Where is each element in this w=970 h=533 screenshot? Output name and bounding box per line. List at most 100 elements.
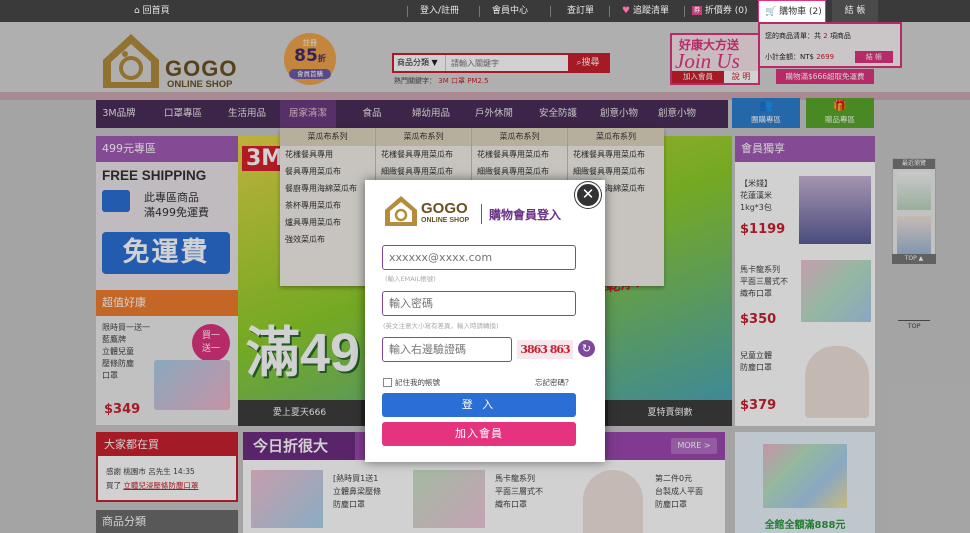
nav-item-baby[interactable]: 婦幼用品: [406, 100, 456, 128]
join-member-tag: 加入會員: [672, 71, 724, 83]
exclusive-desc-line: 兒童立體: [740, 351, 772, 360]
site-logo[interactable]: GOGO ONLINE SHOP: [97, 30, 257, 92]
cart-icon: 🛒: [765, 7, 777, 17]
deal-panel[interactable]: 超值好康 限時買一送一 藍鷹牌 立體兒童 壓條防塵 口罩 買一 送一 $349: [96, 290, 238, 425]
today-product-image[interactable]: [413, 470, 485, 528]
dropdown-item[interactable]: 花樣餐具專用菜瓜布: [568, 146, 664, 163]
email-field[interactable]: [382, 245, 576, 270]
today-product-image[interactable]: [583, 470, 643, 533]
password-field[interactable]: [382, 291, 576, 316]
promo-888-panel[interactable]: 全館全額滿888元: [735, 432, 875, 533]
gift-zone-button[interactable]: 🎁 贈品專區: [806, 98, 874, 128]
search-button[interactable]: ⌕搜尋: [568, 55, 608, 71]
nav-item-living[interactable]: 生活用品: [222, 100, 272, 128]
today-desc-line: 台製成人平面: [655, 487, 703, 496]
nav-item-outdoor[interactable]: 戶外休閒: [468, 100, 520, 128]
exclusive-desc[interactable]: 馬卡龍系列 平面三層式不 織布口罩: [740, 264, 788, 300]
member-discount-badge[interactable]: 註冊 85折 會員首購: [284, 33, 336, 85]
today-product-desc[interactable]: [熱時買1送1 立體鼻梁壓條 防塵口罩: [333, 472, 381, 511]
hot-keyword[interactable]: PM2.5: [467, 77, 488, 85]
register-button[interactable]: 加入會員: [382, 422, 576, 446]
dropdown-item[interactable]: 花樣餐具專用菜瓜布: [376, 146, 471, 163]
dropdown-header[interactable]: 菜瓜布系列: [280, 128, 375, 146]
dropdown-item[interactable]: 餐具專用菜瓜布: [280, 163, 375, 180]
scroll-top-button[interactable]: TOP ▲: [892, 254, 936, 264]
cart-link[interactable]: 🛒 購物車 (2): [758, 0, 826, 23]
nav-item-cleaning[interactable]: 居家清潔: [280, 100, 336, 128]
dropdown-item[interactable]: 餐廚專用海綿菜瓜布: [280, 180, 375, 197]
dropdown-header[interactable]: 菜瓜布系列: [472, 128, 567, 146]
coupon-link[interactable]: 券 折價券 (0): [692, 0, 748, 22]
search-box: 商品分類 ▼ ⌕搜尋: [392, 53, 610, 73]
exclusive-product-image[interactable]: [799, 176, 871, 244]
exclusive-product-image[interactable]: [801, 260, 871, 322]
search-button-label: 搜尋: [581, 58, 600, 68]
dropdown-item[interactable]: 花樣餐具專用菜瓜布: [472, 146, 567, 163]
zone-499-panel[interactable]: 499元專區 FREE SHIPPING 此專區商品 滿499免運費 免運費: [96, 136, 238, 296]
dropdown-item[interactable]: 強效菜瓜布: [280, 231, 375, 248]
nav-item-gadgets[interactable]: 創意小物: [594, 100, 644, 128]
deal-description: 限時買一送一 藍鷹牌 立體兒童 壓條防塵 口罩: [102, 322, 150, 382]
promo-888-image: [763, 444, 847, 508]
free-shipping-big: 免運費: [102, 232, 230, 274]
exclusive-product-image[interactable]: [805, 346, 869, 418]
today-product-desc[interactable]: 第二件0元 台製成人平面 防塵口罩: [655, 472, 703, 511]
deal-desc-line: 限時買一送一: [102, 323, 150, 332]
search-input[interactable]: [448, 55, 566, 71]
orders-link[interactable]: 查訂單: [567, 0, 594, 22]
mini-cart-subtotal: 小計金額：NT$ 2699: [765, 52, 834, 62]
remember-checkbox[interactable]: [383, 378, 392, 387]
checkout-top-link[interactable]: 結 帳: [832, 0, 878, 22]
forgot-password-link[interactable]: 忘記密碼？: [535, 377, 573, 388]
group-buy-label: 團購專區: [751, 115, 781, 124]
home-link[interactable]: ⌂ 回首頁: [134, 0, 170, 22]
group-buy-button[interactable]: 👥 團購專區: [732, 98, 800, 128]
nav-item-masks[interactable]: 口罩專區: [160, 100, 206, 128]
mini-cart-checkout-button[interactable]: 結 帳: [855, 51, 893, 63]
dropdown-item[interactable]: 細緻餐具專用菜瓜布: [376, 163, 471, 180]
today-desc-line: 織布口罩: [495, 500, 527, 509]
badge-value: 85: [294, 46, 318, 66]
hot-keyword[interactable]: 口罩: [451, 77, 465, 85]
deal-desc-line: 藍鷹牌: [102, 335, 126, 344]
login-link[interactable]: 登入/註冊: [420, 0, 459, 22]
search-category-select[interactable]: 商品分類 ▼: [394, 55, 446, 71]
today-product-image[interactable]: [251, 470, 323, 528]
hot-keyword[interactable]: 3M: [438, 77, 449, 85]
banner-tab-right[interactable]: 夏特賣倒數: [608, 400, 732, 426]
recent-item-image[interactable]: [897, 172, 931, 210]
today-deals-title: 今日折很大: [243, 432, 355, 460]
more-button[interactable]: MORE >: [671, 438, 717, 454]
dropdown-item[interactable]: 花樣餐具專用: [280, 146, 375, 163]
recent-item-image[interactable]: [897, 216, 931, 254]
captcha-field[interactable]: [382, 337, 512, 362]
member-center-link[interactable]: 會員中心: [492, 0, 528, 22]
password-hint: (英文注意大小寫有差異，輸入時請轉換): [383, 322, 499, 330]
login-button[interactable]: 登 入: [382, 393, 576, 417]
exclusive-desc[interactable]: 兒童立體 防塵口罩: [740, 350, 772, 374]
nav-item-safety[interactable]: 安全防護: [532, 100, 584, 128]
wishlist-link[interactable]: ♥ 追蹤清單: [622, 0, 669, 22]
exclusive-desc[interactable]: 【米錢】 花蓮漢米 1kg*3包: [740, 178, 772, 214]
back-to-top-link[interactable]: TOP: [898, 320, 930, 330]
close-icon[interactable]: ✕: [575, 182, 601, 208]
banner-tab-left[interactable]: 愛上夏天666: [238, 400, 361, 426]
dropdown-item[interactable]: 細緻餐具專用菜瓜布: [568, 163, 664, 180]
dropdown-item[interactable]: 爐具專用菜瓜布: [280, 214, 375, 231]
join-us-banner[interactable]: 好康大方送 Join Us 加入會員 說 明: [670, 33, 760, 85]
category-title[interactable]: 商品分類: [96, 510, 238, 533]
nav-item-3m[interactable]: 3M品牌: [96, 100, 142, 128]
nav-item-food[interactable]: 食品: [352, 100, 392, 128]
divider: [550, 6, 551, 17]
refresh-captcha-icon[interactable]: ↻: [578, 340, 595, 357]
dropdown-header[interactable]: 菜瓜布系列: [568, 128, 664, 146]
dropdown-header[interactable]: 菜瓜布系列: [376, 128, 471, 146]
today-product-desc[interactable]: 馬卡龍系列 平面三層式不 織布口罩: [495, 472, 543, 511]
popular-product-link[interactable]: 立體兒浸壓條防塵口罩: [123, 481, 198, 490]
remember-label[interactable]: 記住我的帳號: [395, 377, 440, 388]
deal-tag-line: 買一: [201, 331, 220, 341]
dropdown-item[interactable]: 細緻餐具專用菜瓜布: [472, 163, 567, 180]
free-shipping-note[interactable]: 購物滿$666超取免運費: [776, 69, 874, 84]
dropdown-item[interactable]: 茶杯專用菜瓜布: [280, 197, 375, 214]
nav-item-gadgets-2[interactable]: 創意小物: [652, 100, 702, 128]
